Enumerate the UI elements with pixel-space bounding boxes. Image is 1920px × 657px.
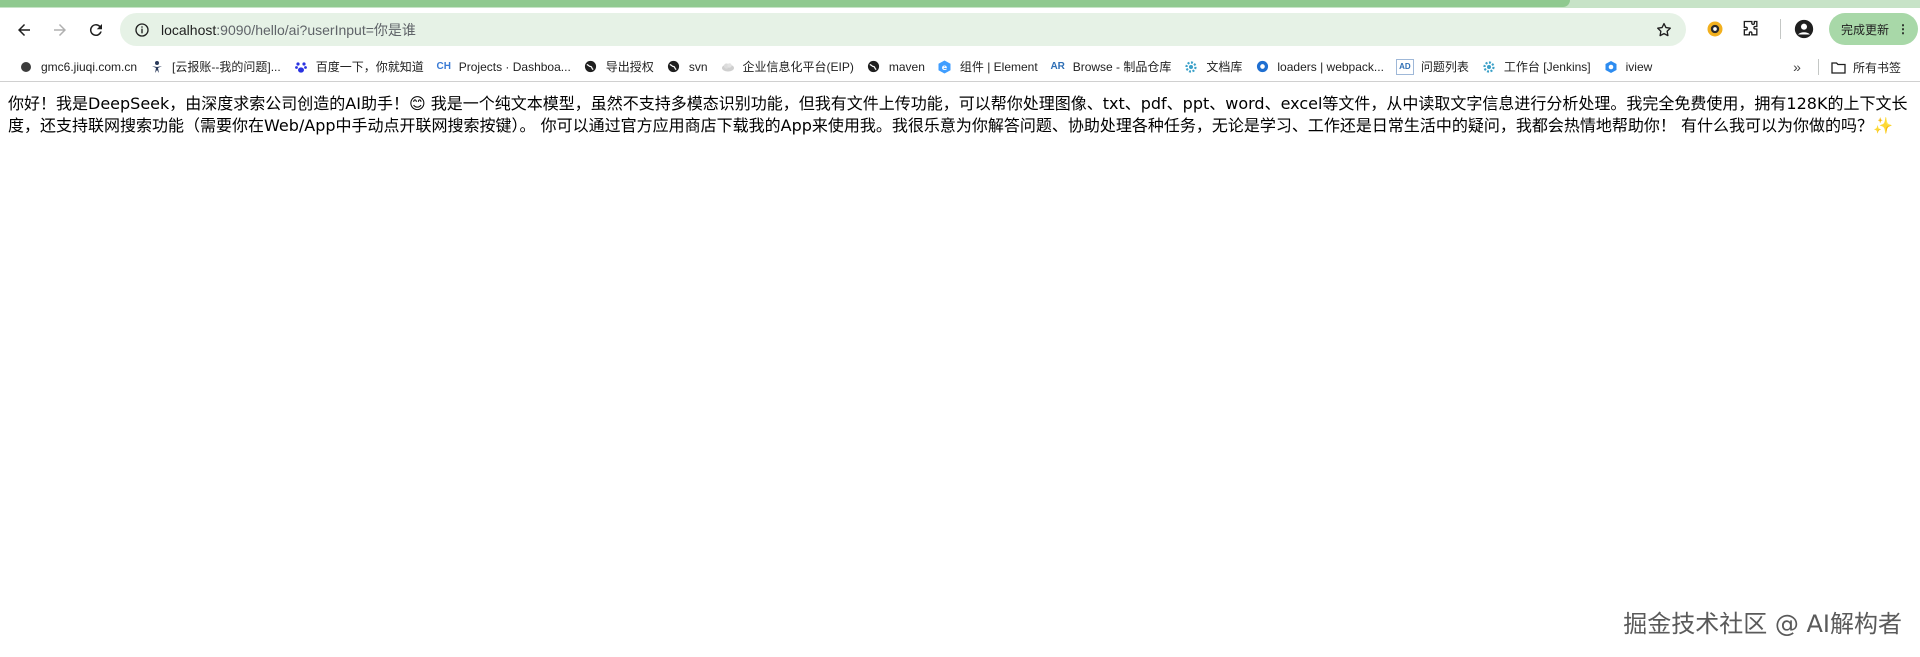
bookmark-item[interactable]: 百度一下，你就知道	[287, 54, 430, 80]
folder-icon	[1830, 59, 1846, 75]
bookmark-item[interactable]: CH Projects · Dashboa...	[430, 54, 577, 80]
bookmark-label: 百度一下，你就知道	[315, 60, 424, 74]
bookmark-label: 组件 | Element	[959, 60, 1038, 74]
bookmark-label: loaders | webpack...	[1277, 59, 1384, 74]
toolbar-right: 完成更新 ⋮	[1700, 12, 1919, 46]
more-menu-icon: ⋮	[1897, 22, 1909, 36]
bookmarks-divider	[1818, 59, 1819, 75]
back-button[interactable]	[10, 16, 38, 44]
bookmark-item[interactable]: svn	[660, 54, 714, 80]
bookmark-label: 企业信息化平台(EIP)	[742, 60, 854, 74]
page-response-text: 你好！我是DeepSeek，由深度求索公司创造的AI助手！😊 我是一个纯文本模型…	[8, 94, 1908, 135]
globe-icon	[583, 59, 599, 75]
bookmark-label: iview	[1625, 59, 1653, 74]
all-bookmarks-button[interactable]: 所有书签	[1830, 54, 1901, 80]
back-arrow-icon	[18, 24, 30, 36]
bookmark-label: svn	[688, 59, 708, 74]
gear-icon	[1183, 59, 1199, 75]
extension-icon[interactable]	[1700, 14, 1730, 44]
bookmark-item[interactable]: loaders | webpack...	[1248, 54, 1390, 80]
bookmark-item[interactable]: 工作台 [Jenkins]	[1475, 54, 1597, 80]
all-bookmarks-label: 所有书签	[1853, 60, 1902, 75]
reload-icon	[89, 24, 102, 37]
gear-icon	[1481, 59, 1497, 75]
baidu-paw-icon	[293, 59, 309, 75]
browser-toolbar: localhost:9090/hello/ai?userInput=你是谁 完成…	[0, 8, 1920, 52]
ar-logo-icon: AR	[1050, 61, 1065, 72]
bookmark-star-icon[interactable]	[1650, 16, 1678, 44]
puzzle-icon[interactable]	[1736, 14, 1766, 44]
bookmark-item[interactable]: [云报账--我的问题]...	[143, 54, 287, 80]
url-path: :9090/hello/ai?userInput=你是谁	[216, 21, 416, 38]
address-bar[interactable]: localhost:9090/hello/ai?userInput=你是谁	[120, 13, 1686, 46]
bookmark-item[interactable]: AR Browse - 制品仓库	[1044, 54, 1178, 80]
circle-icon	[18, 59, 34, 75]
bookmark-item[interactable]: 企业信息化平台(EIP)	[714, 54, 860, 80]
element-logo-icon: e	[937, 59, 953, 75]
ch-logo-icon: CH	[436, 61, 451, 72]
bookmark-item[interactable]: 文档库	[1177, 54, 1248, 80]
reload-button[interactable]	[82, 16, 110, 44]
forward-button[interactable]	[46, 16, 74, 44]
bookmark-label: 问题列表	[1420, 60, 1469, 74]
bookmark-label: Browse - 制品仓库	[1072, 60, 1172, 74]
tab-strip	[0, 0, 1920, 8]
bookmark-item[interactable]: gmc6.jiuqi.com.cn	[12, 54, 143, 80]
bookmark-label: [云报账--我的问题]...	[172, 60, 281, 74]
bookmark-label: maven	[888, 59, 925, 74]
figure-icon	[149, 59, 165, 75]
active-tab[interactable]	[0, 0, 1570, 7]
bookmark-item[interactable]: AD 问题列表	[1390, 54, 1475, 80]
forward-arrow-icon	[54, 24, 66, 36]
bookmark-label: 工作台 [Jenkins]	[1503, 60, 1591, 74]
watermark: 掘金技术社区 @ AI解构者	[1623, 610, 1902, 638]
bookmark-label: 文档库	[1206, 60, 1243, 74]
update-button-label: 完成更新	[1841, 22, 1890, 37]
bookmarks-more-button[interactable]: »	[1784, 54, 1810, 80]
toolbar-separator	[1780, 19, 1781, 39]
ad-logo-icon: AD	[1395, 58, 1414, 75]
bookmark-item[interactable]: iview	[1597, 54, 1659, 80]
iview-logo-icon	[1603, 59, 1619, 75]
cloud-icon	[720, 59, 736, 75]
bookmarks-bar: gmc6.jiuqi.com.cn [云报账--我的问题]... 百度一下，你就…	[0, 52, 1920, 82]
globe-icon	[666, 59, 682, 75]
update-button[interactable]: 完成更新 ⋮	[1829, 13, 1919, 45]
bookmark-item[interactable]: e 组件 | Element	[931, 54, 1044, 80]
globe-icon	[866, 59, 882, 75]
site-info-icon[interactable]	[131, 19, 153, 41]
bookmark-item[interactable]: 导出授权	[577, 54, 660, 80]
svg-text:e: e	[942, 63, 948, 72]
bookmark-label: Projects · Dashboa...	[458, 59, 571, 74]
webpack-icon	[1254, 59, 1270, 75]
bookmark-item[interactable]: maven	[860, 54, 931, 80]
bookmark-label: gmc6.jiuqi.com.cn	[41, 59, 138, 74]
bookmark-label: 导出授权	[605, 60, 654, 74]
url-host: localhost	[161, 21, 217, 38]
profile-icon[interactable]	[1789, 14, 1819, 44]
url-text[interactable]: localhost:9090/hello/ai?userInput=你是谁	[161, 20, 1650, 40]
